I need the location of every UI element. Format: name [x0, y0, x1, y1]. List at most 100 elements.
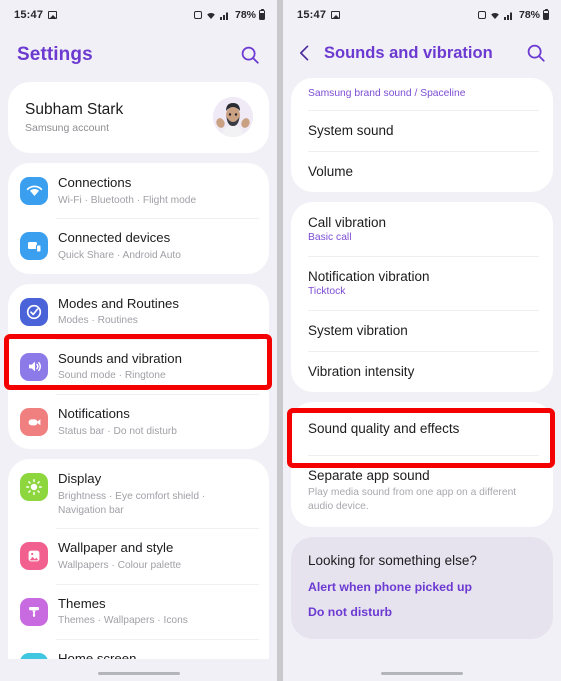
link-alert-when-phone-picked-up[interactable]: Alert when phone picked up [308, 580, 536, 594]
brand-sound-label: Samsung brand sound / Spaceline [308, 88, 466, 99]
status-bar-left-group: 15:47 [14, 9, 58, 21]
sound-group-vibration: Call vibration Basic call Notification v… [291, 202, 553, 392]
settings-header: Settings [0, 30, 277, 82]
sidebar-item-connected-devices[interactable]: Connected devices Quick Share · Android … [8, 218, 269, 273]
sidebar-item-themes[interactable]: Themes Themes · Wallpapers · Icons [8, 583, 269, 639]
settings-group-sounds: Modes and Routines Modes · Routines Soun… [8, 283, 269, 450]
list-item-title: Connected devices [58, 230, 171, 246]
battery-icon [543, 8, 549, 20]
account-name: Subham Stark [25, 100, 124, 118]
wifi-icon [207, 12, 215, 19]
list-item-vibration-intensity[interactable]: Vibration intensity [291, 351, 553, 392]
status-bar-right: 15:47 78% [283, 0, 561, 30]
list-item-title: Display [58, 471, 102, 487]
list-item-title: Separate app sound [308, 468, 430, 483]
sidebar-item-wallpaper-and-style[interactable]: Wallpaper and style Wallpapers · Colour … [8, 528, 269, 583]
modes-check-icon [20, 297, 48, 326]
list-item-separate-app-sound[interactable]: Separate app sound Play media sound from… [291, 455, 553, 527]
list-item-title: Vibration intensity [308, 364, 415, 379]
sounds-scroll-area[interactable]: Samsung brand sound / Spaceline System s… [283, 78, 561, 639]
list-item-sound-quality-and-effects[interactable]: Sound quality and effects [291, 402, 553, 455]
sidebar-item-connections[interactable]: Connections Wi-Fi · Bluetooth · Flight m… [8, 163, 269, 218]
image-icon [20, 542, 48, 571]
list-item-subtitle: Sound mode · Ringtone [58, 370, 166, 382]
settings-group-display: Display Brightness · Eye comfort shield … [8, 459, 269, 681]
link-do-not-disturb[interactable]: Do not disturb [308, 605, 536, 619]
settings-group-connections: Connections Wi-Fi · Bluetooth · Flight m… [8, 163, 269, 274]
sidebar-item-notifications[interactable]: Notifications Status bar · Do not distur… [8, 394, 269, 449]
list-item-system-sound[interactable]: System sound [291, 110, 553, 151]
settings-scroll-area[interactable]: Subham Stark Samsung account Connections… [0, 82, 277, 681]
wifi-icon [20, 177, 48, 205]
list-item-description: Play media sound from one app on a diffe… [308, 487, 517, 512]
looking-for-heading: Looking for something else? [308, 552, 477, 568]
wifi-icon [491, 12, 499, 19]
bottom-spacer-left [0, 659, 277, 681]
battery-icon [259, 8, 265, 20]
gesture-bar-left[interactable] [0, 671, 277, 675]
sidebar-item-modes-and-routines[interactable]: Modes and Routines Modes · Routines [8, 284, 269, 339]
account-subtitle: Samsung account [25, 121, 110, 134]
connections-text: Connections Wi-Fi · Bluetooth · Flight m… [58, 174, 255, 207]
list-item-call-vibration[interactable]: Call vibration Basic call [291, 202, 553, 256]
list-item-title: Modes and Routines [58, 295, 179, 311]
photo-icon [48, 11, 58, 19]
account-card[interactable]: Subham Stark Samsung account [8, 82, 269, 153]
search-icon[interactable] [239, 44, 261, 66]
list-item-system-vibration[interactable]: System vibration [291, 310, 553, 351]
battery-percent: 78% [518, 9, 540, 21]
list-item-volume[interactable]: Volume [291, 151, 553, 192]
signal-icon [503, 12, 512, 20]
speaker-icon [20, 352, 48, 381]
list-item-subtitle: Modes · Routines [58, 315, 138, 327]
bottom-spacer-right [283, 659, 561, 681]
avatar[interactable] [213, 97, 253, 137]
list-item-title: Sound quality and effects [308, 421, 460, 436]
profile-text: Subham Stark Samsung account [25, 101, 213, 134]
gesture-bar-right[interactable] [283, 671, 561, 675]
sidebar-item-sounds-and-vibration[interactable]: Sounds and vibration Sound mode · Ringto… [8, 338, 269, 394]
battery-percent: 78% [234, 9, 256, 21]
clock: 15:47 [14, 9, 44, 21]
paint-roller-icon [20, 597, 48, 626]
status-bar-left-group: 15:47 [297, 9, 341, 21]
alarm-icon [477, 11, 486, 19]
sound-group-quality: Sound quality and effects Separate app s… [291, 402, 553, 527]
settings-screen: 15:47 78% Settings Subham Stark Samsung … [0, 0, 277, 681]
photo-icon [331, 11, 341, 19]
list-item-notification-vibration[interactable]: Notification vibration Ticktock [291, 256, 553, 310]
sounds-text: Sounds and vibration Sound mode · Ringto… [58, 350, 255, 383]
notifications-text: Notifications Status bar · Do not distur… [58, 405, 255, 438]
back-chevron-icon[interactable] [295, 43, 315, 63]
signal-icon [219, 12, 228, 20]
notification-bell-icon [20, 408, 48, 437]
list-item-title: Connections [58, 175, 132, 190]
brightness-icon [20, 473, 48, 502]
list-item-title: Notifications [58, 406, 130, 422]
status-bar-left: 15:47 78% [0, 0, 277, 30]
sounds-header: Sounds and vibration [283, 30, 561, 78]
list-item-title: System sound [308, 123, 394, 138]
list-item-title: Sounds and vibration [58, 350, 182, 366]
sidebar-item-display[interactable]: Display Brightness · Eye comfort shield … [8, 459, 269, 528]
status-bar-right-group: 78% [193, 8, 265, 21]
profile-row[interactable]: Subham Stark Samsung account [8, 82, 269, 153]
list-item-subtitle: Basic call [308, 232, 352, 243]
list-item-subtitle: Brightness · Eye comfort shield · Naviga… [58, 490, 206, 516]
page-title: Settings [17, 44, 93, 65]
devices-icon [20, 232, 48, 261]
list-item-title: Volume [308, 164, 354, 179]
list-item-subtitle: Themes · Wallpapers · Icons [58, 615, 188, 627]
page-title: Sounds and vibration [324, 43, 493, 62]
themes-text: Themes Themes · Wallpapers · Icons [58, 595, 255, 628]
list-item-title: Call vibration [308, 215, 387, 230]
list-item-title: Themes [58, 595, 106, 611]
list-item-title: Wallpaper and style [58, 540, 174, 556]
list-item-subtitle: Status bar · Do not disturb [58, 425, 177, 437]
sound-group-system: Samsung brand sound / Spaceline System s… [291, 78, 553, 192]
modes-text: Modes and Routines Modes · Routines [58, 295, 255, 328]
search-icon[interactable] [525, 42, 547, 64]
connected-devices-text: Connected devices Quick Share · Android … [58, 229, 255, 262]
list-item-title: Notification vibration [308, 269, 430, 284]
list-item-subtitle: Wallpapers · Colour palette [58, 559, 182, 571]
